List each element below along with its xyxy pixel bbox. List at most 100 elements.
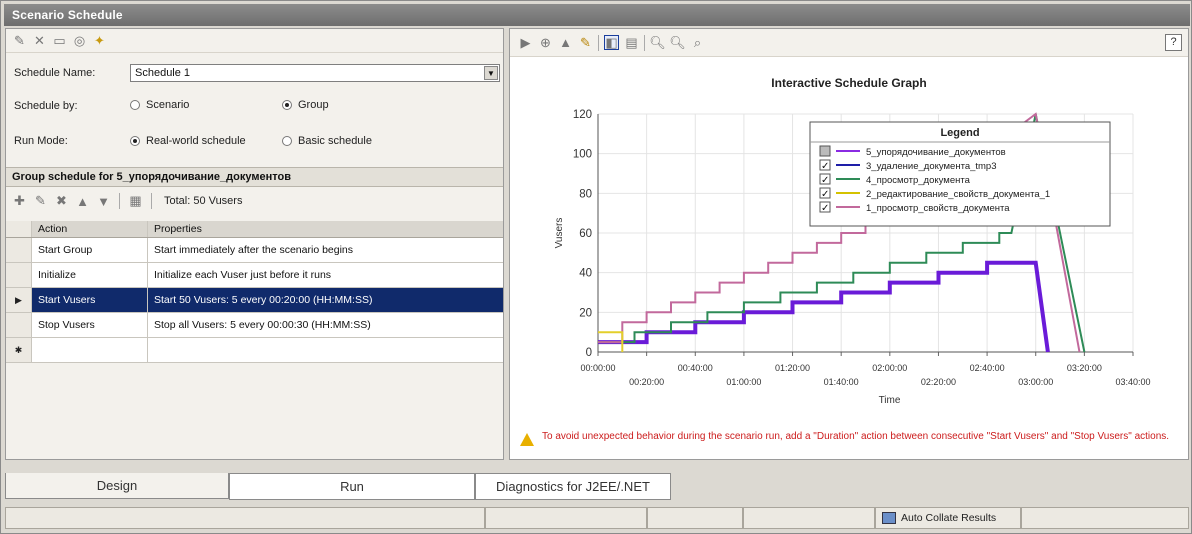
x-axis-label: Time <box>879 395 901 406</box>
checkmark-icon: ✓ <box>821 161 829 172</box>
radio-on-icon[interactable] <box>282 100 292 110</box>
delete-action-icon[interactable]: ✖ <box>54 193 69 209</box>
graph-view-icon[interactable]: ◧ <box>604 35 619 50</box>
table-row-selected[interactable]: ▶ Start Vusers Start 50 Vusers: 5 every … <box>6 288 503 313</box>
x-tick-label: 03:00:00 <box>1018 377 1053 387</box>
split-icon[interactable]: ⊕ <box>538 35 553 50</box>
checkmark-icon: ✓ <box>821 175 829 186</box>
row-selector[interactable] <box>6 263 32 287</box>
x-tick-label: 01:40:00 <box>824 377 859 387</box>
schedule-by-scenario-radio[interactable]: Scenario <box>130 99 189 111</box>
y-tick-label: 60 <box>579 228 592 240</box>
tab-run[interactable]: Run <box>229 473 475 500</box>
tab-design[interactable]: Design <box>5 473 229 499</box>
radio-on-icon[interactable] <box>130 136 140 146</box>
current-row-arrow-icon[interactable]: ▶ <box>6 288 32 312</box>
help-icon[interactable]: ? <box>1165 34 1182 51</box>
warning-text: To avoid unexpected behavior during the … <box>542 431 1170 442</box>
graph-panel: ▶ ⊕ ▲ ✎ ◧ ▤ 🔍︎ 🔍︎ ⌕ ? Interactive Schedu… <box>509 28 1189 460</box>
run-mode-real-world-radio[interactable]: Real-world schedule <box>130 135 246 147</box>
legend-item-label: 2_редактирование_свойств_документа_1 <box>866 189 1050 200</box>
vusers-icon: ▦ <box>129 193 142 208</box>
schedule-by-group-label: Group <box>298 99 329 111</box>
legend-item-label: 3_удаление_документа_tmp3 <box>866 161 997 172</box>
add-action-icon[interactable]: ✚ <box>12 193 27 209</box>
table-view-icon[interactable]: ▤ <box>624 35 639 50</box>
zoom-in-icon[interactable]: 🔍︎ <box>649 35 666 50</box>
status-bar: Auto Collate Results <box>5 505 1189 531</box>
legend-item-label: 5_упорядочивание_документов <box>866 147 1006 158</box>
delete-schedule-icon[interactable]: ✕ <box>32 33 47 48</box>
status-pane <box>743 507 875 529</box>
radio-off-icon[interactable] <box>130 100 140 110</box>
zoom-reset-icon[interactable]: ⌕ <box>690 35 705 50</box>
table-row[interactable]: Stop Vusers Stop all Vusers: 5 every 00:… <box>6 313 503 338</box>
action-cell[interactable]: Stop Vusers <box>32 313 148 337</box>
schedule-name-value: Schedule 1 <box>135 67 191 79</box>
new-schedule-icon[interactable]: ✎ <box>12 33 27 48</box>
radio-off-icon[interactable] <box>282 136 292 146</box>
zoom-out-icon[interactable]: 🔍︎ <box>669 35 686 50</box>
edit-action-icon[interactable]: ✎ <box>33 193 48 209</box>
y-tick-label: 0 <box>586 347 592 359</box>
toolbar-separator <box>644 34 645 51</box>
interactive-schedule-graph[interactable]: Interactive Schedule Graph 0 20 40 60 80 100 12… <box>510 57 1188 429</box>
toolbar-separator <box>598 34 599 51</box>
column-header-properties[interactable]: Properties <box>148 223 503 235</box>
y-tick-label: 40 <box>579 268 592 280</box>
x-tick-label: 02:00:00 <box>872 363 907 373</box>
delete-point-icon[interactable]: ▲ <box>558 35 573 50</box>
chart-title: Interactive Schedule Graph <box>771 76 926 90</box>
properties-cell[interactable]: Stop all Vusers: 5 every 00:00:30 (HH:MM… <box>148 319 503 331</box>
schedule-by-group-radio[interactable]: Group <box>282 99 329 111</box>
y-tick-label: 20 <box>579 307 592 319</box>
properties-cell[interactable]: Start immediately after the scenario beg… <box>148 244 503 256</box>
wizard-icon[interactable]: ✦ <box>92 33 107 48</box>
schedule-name-select[interactable]: Schedule 1 ▼ <box>130 64 500 82</box>
run-mode-real-world-label: Real-world schedule <box>146 135 246 147</box>
table-header: Action Properties <box>6 221 503 238</box>
schedule-properties-icon[interactable]: ◎ <box>72 33 87 48</box>
action-cell[interactable]: Start Vusers <box>32 288 148 312</box>
x-tick-label: 02:20:00 <box>921 377 956 387</box>
chevron-down-icon[interactable]: ▼ <box>484 66 498 80</box>
x-tick-label: 03:20:00 <box>1067 363 1102 373</box>
run-mode-basic-radio[interactable]: Basic schedule <box>282 135 372 147</box>
action-cell[interactable]: Initialize <box>32 263 148 287</box>
move-down-icon[interactable]: ▼ <box>96 194 111 209</box>
x-tick-label: 00:00:00 <box>580 363 615 373</box>
tab-diagnostics[interactable]: Diagnostics for J2EE/.NET <box>475 473 671 500</box>
x-tick-label: 00:20:00 <box>629 377 664 387</box>
properties-cell[interactable]: Start 50 Vusers: 5 every 00:20:00 (HH:MM… <box>148 294 503 306</box>
column-header-action[interactable]: Action <box>32 221 148 237</box>
rename-schedule-icon[interactable]: ▭ <box>52 33 67 48</box>
checkmark-icon: ✓ <box>821 203 829 214</box>
auto-collate-status[interactable]: Auto Collate Results <box>875 507 1021 529</box>
table-row[interactable]: Initialize Initialize each Vuser just be… <box>6 263 503 288</box>
group-schedule-header: Group schedule for 5_упорядочивание_доку… <box>6 167 503 187</box>
toolbar-separator <box>119 193 120 209</box>
action-cell[interactable]: Start Group <box>32 238 148 262</box>
table-row[interactable]: Start Group Start immediately after the … <box>6 238 503 263</box>
play-icon[interactable]: ▶ <box>518 35 533 50</box>
row-selector[interactable] <box>6 313 32 337</box>
collate-icon <box>882 512 896 524</box>
legend-item-label: 4_просмотр_документа <box>866 175 971 186</box>
series-line <box>598 260 1050 353</box>
y-tick-label: 120 <box>573 109 592 121</box>
schedule-by-label: Schedule by: <box>14 100 78 112</box>
pencil-icon[interactable]: ✎ <box>578 35 593 50</box>
x-tick-label: 02:40:00 <box>970 363 1005 373</box>
table-row-new[interactable]: ✱ <box>6 338 503 363</box>
run-mode-label: Run Mode: <box>14 135 68 147</box>
properties-cell[interactable]: Initialize each Vuser just before it run… <box>148 269 503 281</box>
toolbar-separator <box>151 193 152 209</box>
action-cell[interactable] <box>32 338 148 362</box>
new-row-icon[interactable]: ✱ <box>6 338 32 362</box>
schedule-panel: ✎ ✕ ▭ ◎ ✦ Schedule Name: Schedule 1 ▼ Sc… <box>5 28 504 460</box>
x-tick-label: 00:40:00 <box>678 363 713 373</box>
move-up-icon[interactable]: ▲ <box>75 194 90 209</box>
x-tick-label: 01:20:00 <box>775 363 810 373</box>
row-header-cell <box>6 221 32 237</box>
row-selector[interactable] <box>6 238 32 262</box>
